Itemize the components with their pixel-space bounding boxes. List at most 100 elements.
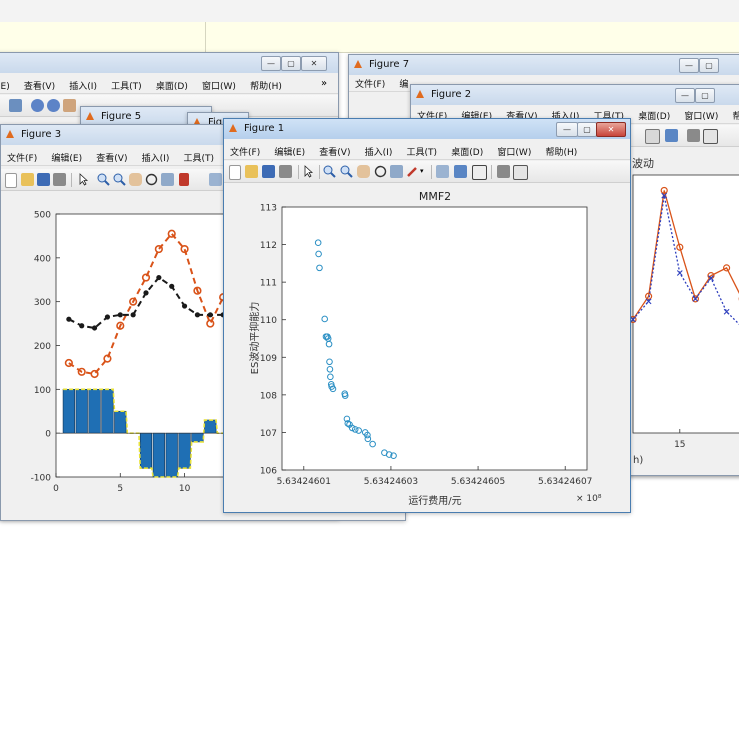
show-plot-tools-icon[interactable] bbox=[703, 129, 718, 144]
figure-back-titlebar[interactable]: — ▢ ✕ bbox=[0, 53, 338, 73]
save-icon[interactable] bbox=[37, 173, 50, 186]
bar bbox=[114, 410, 127, 434]
zoom-out-icon[interactable] bbox=[47, 99, 60, 112]
menu-view[interactable]: 查看(V) bbox=[313, 143, 355, 158]
insert-legend-icon[interactable] bbox=[472, 165, 487, 180]
print-icon[interactable] bbox=[53, 173, 66, 186]
brush-dropdown-icon[interactable]: ▾ bbox=[420, 165, 426, 178]
hide-plot-tools-icon[interactable] bbox=[687, 129, 700, 142]
rotate-icon[interactable] bbox=[374, 165, 387, 178]
pointer-icon[interactable] bbox=[9, 99, 22, 112]
zoom-out-icon[interactable] bbox=[340, 165, 353, 178]
y-tick-label: 100 bbox=[34, 386, 51, 396]
y-tick-label: 108 bbox=[260, 391, 277, 401]
data-cursor-icon[interactable] bbox=[390, 165, 403, 178]
figure1-titlebar[interactable]: Figure 1 — ▢ ✕ bbox=[224, 119, 630, 139]
menu-desktop[interactable]: 桌面(D) bbox=[150, 77, 193, 92]
menu-file[interactable]: 文件(F) bbox=[1, 149, 42, 164]
maximize-button[interactable]: ▢ bbox=[281, 56, 301, 71]
menu-insert[interactable]: 插入(I) bbox=[63, 77, 102, 92]
bar bbox=[62, 389, 75, 434]
y-tick-label: 200 bbox=[34, 342, 51, 352]
figure1-toolbar: ▾ bbox=[224, 161, 630, 183]
pointer-icon[interactable] bbox=[77, 173, 90, 186]
x-tick-label: 5 bbox=[117, 484, 123, 494]
pan-icon[interactable] bbox=[129, 173, 142, 186]
figure7-titlebar[interactable]: Figure 7 — ▢ bbox=[349, 55, 739, 75]
zoom-out-icon[interactable] bbox=[113, 173, 126, 186]
menu-edit[interactable]: (E) bbox=[0, 80, 15, 92]
print-icon[interactable] bbox=[279, 165, 292, 178]
open-file-icon[interactable] bbox=[21, 173, 34, 186]
close-button[interactable]: ✕ bbox=[596, 122, 626, 137]
menu-help[interactable]: 帮助(H) bbox=[727, 107, 739, 122]
zoom-in-icon[interactable] bbox=[323, 165, 336, 178]
new-figure-icon[interactable] bbox=[229, 165, 241, 180]
minimize-button[interactable]: — bbox=[675, 88, 695, 103]
menu-view[interactable]: 查看(V) bbox=[18, 77, 60, 92]
bar bbox=[75, 389, 88, 434]
legend-icon[interactable] bbox=[645, 129, 660, 144]
link-plot-icon[interactable] bbox=[436, 165, 449, 178]
pan-icon[interactable] bbox=[357, 165, 370, 178]
menu-desktop[interactable]: 桌面(D) bbox=[445, 143, 488, 158]
brush-icon[interactable] bbox=[179, 173, 189, 186]
matlab-icon bbox=[86, 112, 94, 120]
menu-insert[interactable]: 插入(I) bbox=[359, 143, 398, 158]
maximize-button[interactable]: ▢ bbox=[577, 122, 597, 137]
background-app-top bbox=[0, 0, 739, 23]
show-plot-tools-icon[interactable] bbox=[513, 165, 528, 180]
toolbar-separator bbox=[491, 165, 492, 179]
menu-window[interactable]: 窗口(W) bbox=[678, 107, 723, 122]
matlab-icon bbox=[229, 124, 237, 132]
menu-window[interactable]: 窗口(W) bbox=[196, 77, 241, 92]
open-file-icon[interactable] bbox=[245, 165, 258, 178]
figure1-window[interactable]: Figure 1 — ▢ ✕ 文件(F) 编辑(E) 查看(V) 插入(I) 工… bbox=[223, 118, 631, 513]
x-axis-label: 运行费用/元 bbox=[408, 494, 461, 507]
pan-icon[interactable] bbox=[63, 99, 76, 112]
y-tick-label: 111 bbox=[260, 279, 277, 289]
menu-desktop[interactable]: 桌面(D) bbox=[632, 107, 675, 122]
menu-file[interactable]: 文件(F) bbox=[349, 75, 390, 90]
insert-colorbar-icon[interactable] bbox=[454, 165, 467, 178]
bar bbox=[178, 432, 191, 469]
x-tick-label: 10 bbox=[179, 484, 191, 494]
colorbar-icon[interactable] bbox=[665, 129, 678, 142]
y-tick-label: -100 bbox=[31, 474, 52, 484]
maximize-button[interactable]: ▢ bbox=[695, 88, 715, 103]
new-figure-icon[interactable] bbox=[5, 173, 17, 188]
zoom-in-icon[interactable] bbox=[31, 99, 44, 112]
menu-edit[interactable]: 编辑(E) bbox=[268, 143, 310, 158]
data-cursor-icon[interactable] bbox=[161, 173, 174, 186]
menu-insert[interactable]: 插入(I) bbox=[136, 149, 175, 164]
zoom-in-icon[interactable] bbox=[97, 173, 110, 186]
bar bbox=[101, 389, 114, 434]
maximize-button[interactable]: ▢ bbox=[699, 58, 719, 73]
rotate-icon[interactable] bbox=[145, 173, 158, 186]
menu-help[interactable]: 帮助(H) bbox=[244, 77, 287, 92]
link-icon[interactable] bbox=[209, 173, 222, 186]
menu-tools[interactable]: 工具(T) bbox=[178, 149, 220, 164]
menu-file[interactable]: 文件(F) bbox=[224, 143, 265, 158]
menu-tools[interactable]: 工具(T) bbox=[401, 143, 443, 158]
figure2-title: Figure 2 bbox=[431, 89, 472, 100]
menu-window[interactable]: 窗口(W) bbox=[491, 143, 536, 158]
menu-view[interactable]: 查看(V) bbox=[90, 149, 132, 164]
figure2-titlebar[interactable]: Figure 2 — ▢ bbox=[411, 85, 739, 105]
hide-plot-tools-icon[interactable] bbox=[497, 165, 510, 178]
menu-help[interactable]: 帮助(H) bbox=[540, 143, 583, 158]
pointer-icon[interactable] bbox=[302, 165, 315, 178]
bar bbox=[139, 432, 153, 469]
menu-tools[interactable]: 工具(T) bbox=[105, 77, 147, 92]
minimize-button[interactable]: — bbox=[261, 56, 281, 71]
bar bbox=[165, 432, 178, 478]
menu-overflow-chevron[interactable]: » bbox=[321, 78, 327, 89]
menu-edit[interactable]: 编辑(E) bbox=[45, 149, 87, 164]
minimize-button[interactable]: — bbox=[679, 58, 699, 73]
close-button[interactable]: ✕ bbox=[301, 56, 327, 71]
figure1-chart: MMF2 113 112 111 110 109 108 107 106 5.63424601… bbox=[248, 190, 602, 507]
save-icon[interactable] bbox=[262, 165, 275, 178]
minimize-button[interactable]: — bbox=[556, 122, 578, 137]
brush-icon[interactable] bbox=[406, 165, 419, 178]
x-tick-label: 0 bbox=[53, 484, 59, 494]
